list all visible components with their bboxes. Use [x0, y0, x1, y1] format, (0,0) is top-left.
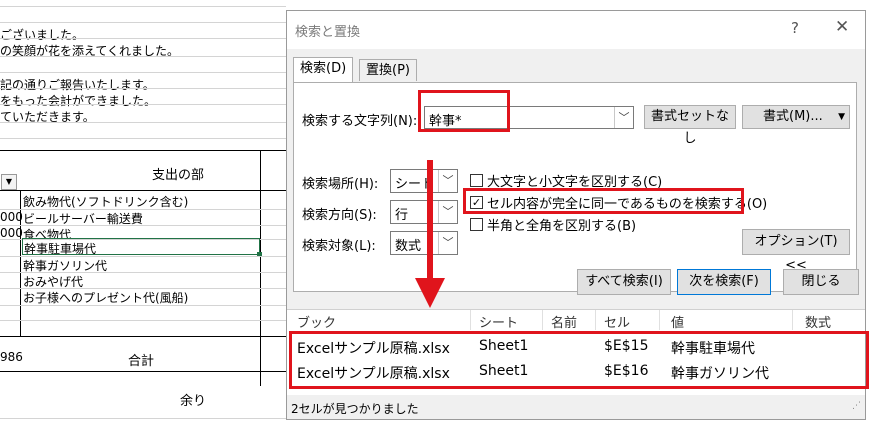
- highlight-match-entire: [463, 188, 744, 214]
- find-tab-panel: 検索する文字列(N): 幹事* ﹀ 書式セットなし 書式(M)... ▼ 検索場…: [293, 82, 857, 292]
- column-header-name[interactable]: 名前: [551, 312, 577, 331]
- status-text: 2セルが見つかりました: [291, 402, 419, 416]
- tab-replace[interactable]: 置換(P): [359, 59, 417, 81]
- within-select[interactable]: シート ﹀: [390, 169, 458, 193]
- match-width-checkbox[interactable]: [470, 218, 483, 231]
- tab-find[interactable]: 検索(D): [293, 57, 354, 83]
- help-icon[interactable]: ?: [791, 19, 799, 37]
- chevron-down-icon[interactable]: ﹀: [614, 107, 633, 128]
- format-button[interactable]: 書式(M)... ▼: [742, 105, 850, 129]
- sheet-text-line: ございました。: [0, 28, 85, 42]
- total-label: 合計: [128, 354, 155, 369]
- dropdown-arrow-icon: ▼: [838, 112, 845, 122]
- lookin-select[interactable]: 数式 ﹀: [390, 231, 458, 255]
- highlight-results: [289, 331, 869, 389]
- format-button-label: 書式(M)...: [763, 109, 823, 124]
- lookin-label: 検索対象(L):: [302, 239, 376, 254]
- resize-grip-icon[interactable]: ⋰: [852, 401, 861, 411]
- options-button[interactable]: オプション(T) <<: [742, 229, 850, 273]
- expense-header: 支出の部: [152, 168, 205, 183]
- annotation-arrow-head: [415, 278, 445, 308]
- table-row: 飲み物代(ソフトドリンク含む): [23, 195, 189, 209]
- column-header-formula[interactable]: 数式: [805, 312, 831, 331]
- annotation-arrow-shaft: [427, 160, 433, 280]
- find-replace-dialog: 検索と置換 ? ✕ 検索(D) 置換(P) 検索する文字列(N): 幹事* ﹀ …: [286, 10, 869, 420]
- match-width-label: 半角と全角を区別する(B): [487, 219, 637, 234]
- direction-label: 検索方向(S):: [302, 208, 377, 223]
- row-amount: 000: [0, 226, 23, 240]
- match-case-checkbox[interactable]: [470, 174, 483, 187]
- column-header-sheet[interactable]: シート: [479, 312, 518, 331]
- close-icon[interactable]: ✕: [835, 17, 849, 37]
- total-amount: 986: [0, 350, 23, 364]
- direction-select[interactable]: 行 ﹀: [390, 200, 458, 224]
- dialog-title: 検索と置換: [295, 25, 361, 40]
- chevron-down-icon[interactable]: ﹀: [438, 201, 457, 223]
- find-all-button[interactable]: すべて検索(I): [577, 269, 671, 295]
- column-header-cell[interactable]: セル: [604, 312, 630, 331]
- highlight-find-value: [418, 90, 510, 132]
- find-what-label: 検索する文字列(N):: [302, 114, 418, 129]
- close-button[interactable]: 閉じる: [783, 269, 859, 295]
- row-amount: 000: [0, 210, 23, 224]
- lookin-value: 数式: [395, 239, 422, 254]
- sheet-text-line: をもった会計ができました。: [0, 94, 157, 108]
- sheet-text-line: 記の通りご報告いたします。: [0, 78, 155, 92]
- remainder-label: 余り: [180, 394, 207, 409]
- table-row: お子様へのプレゼント代(風船): [23, 291, 189, 305]
- direction-value: 行: [395, 208, 409, 223]
- column-header-value[interactable]: 値: [671, 312, 684, 331]
- within-label: 検索場所(H):: [302, 177, 379, 192]
- chevron-down-icon[interactable]: ﹀: [438, 170, 457, 192]
- format-status-button[interactable]: 書式セットなし: [644, 105, 736, 146]
- find-next-button[interactable]: 次を検索(F): [677, 269, 771, 295]
- chevron-down-icon[interactable]: ﹀: [438, 232, 457, 254]
- status-bar: 2セルが見つかりました ⋰: [287, 395, 865, 419]
- filter-dropdown-icon[interactable]: ▼: [1, 174, 17, 190]
- active-cell[interactable]: [22, 238, 260, 255]
- dialog-titlebar[interactable]: 検索と置換 ? ✕: [287, 11, 865, 49]
- results-list[interactable]: ブック シート 名前 セル 値 数式 Excelサンプル原稿.xlsx Shee…: [287, 309, 869, 396]
- column-header-book[interactable]: ブック: [297, 312, 336, 331]
